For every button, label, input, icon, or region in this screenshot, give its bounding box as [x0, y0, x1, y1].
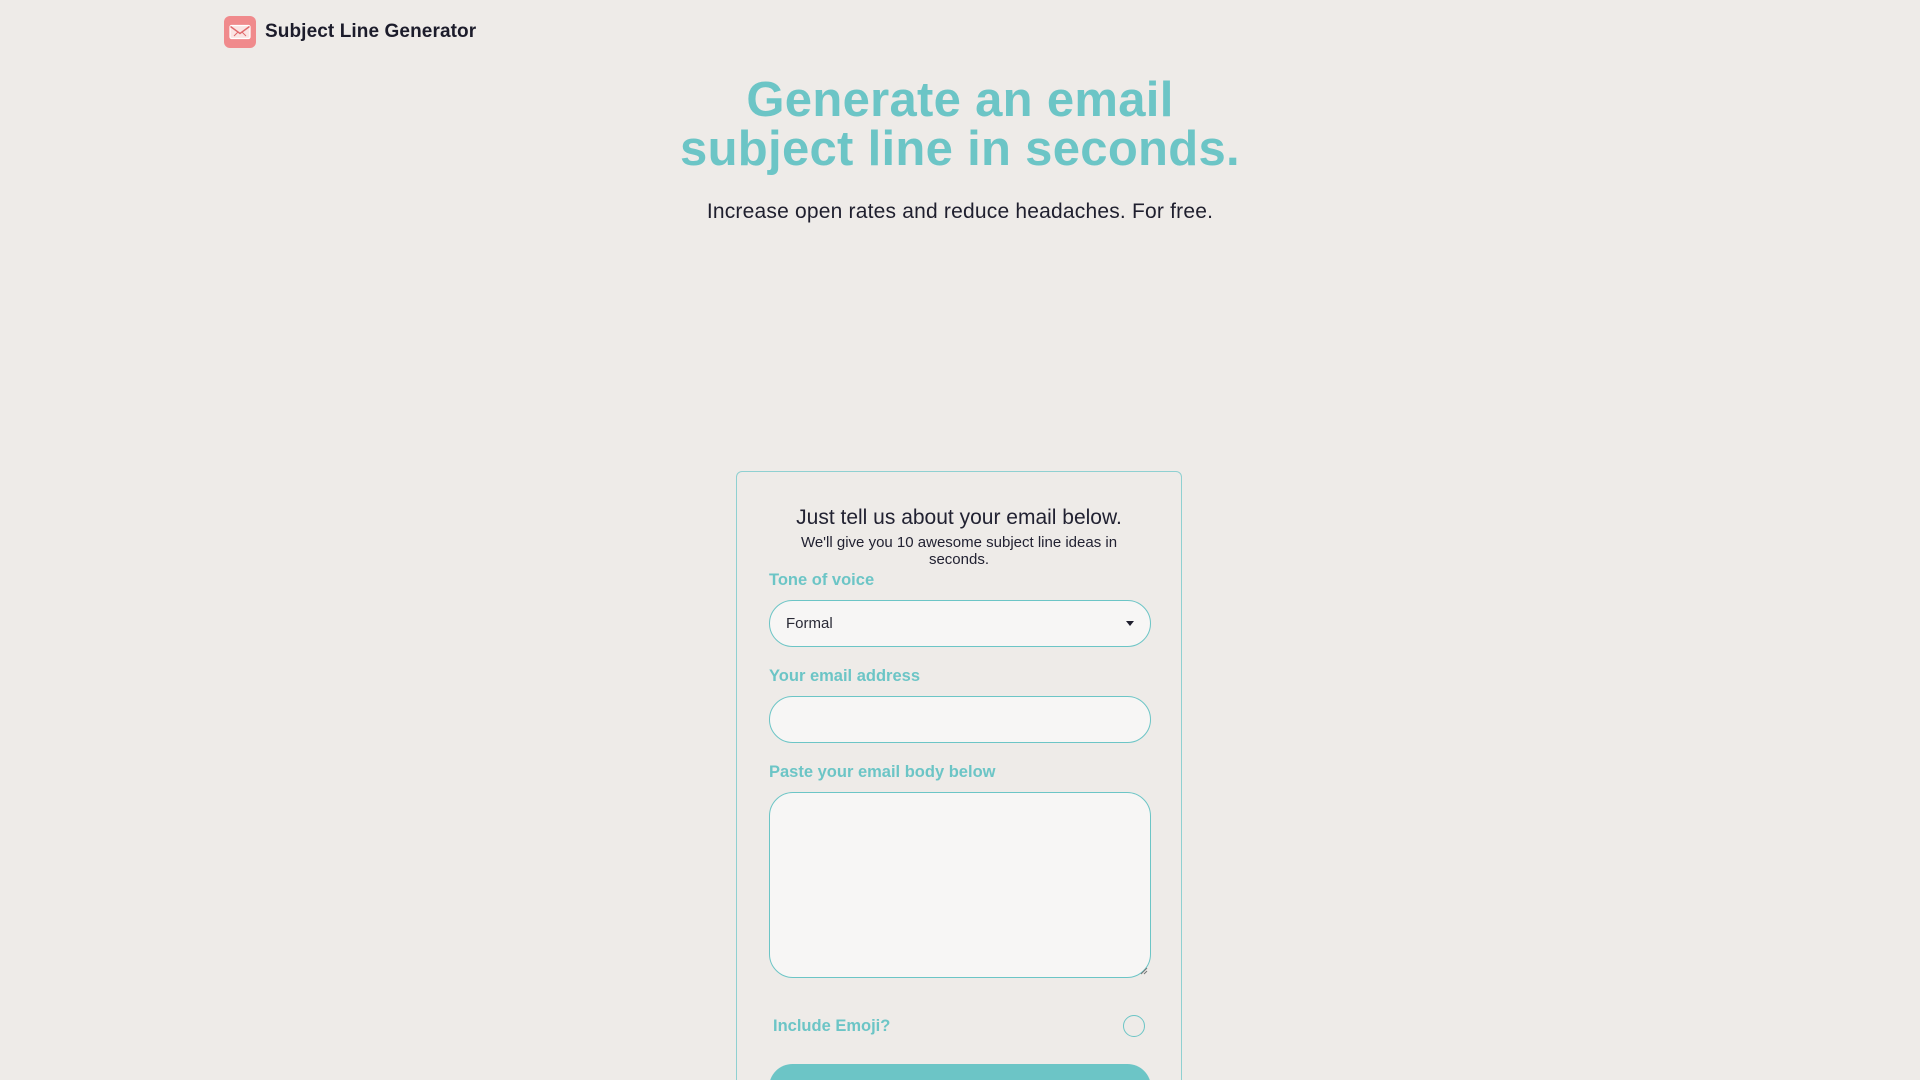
generate-button[interactable] [769, 1064, 1151, 1080]
resize-handle-icon[interactable] [1140, 967, 1148, 975]
chevron-down-icon [1126, 621, 1134, 626]
brand-link[interactable]: Subject Line Generator [224, 16, 476, 48]
emoji-checkbox[interactable] [1123, 1015, 1145, 1037]
email-body-label: Paste your email body below [769, 763, 996, 781]
tone-selected-value: Formal [786, 615, 833, 632]
email-label: Your email address [769, 667, 921, 685]
hero-title-line-1: Generate an email [746, 73, 1174, 127]
generator-form-card: Just tell us about your email below. We'… [736, 471, 1182, 1080]
tone-select[interactable]: Formal [769, 600, 1151, 647]
brand-title: Subject Line Generator [265, 21, 477, 42]
envelope-icon [224, 16, 256, 48]
emoji-option-row[interactable]: Include Emoji? [769, 1012, 1149, 1040]
emoji-label: Include Emoji? [773, 1016, 891, 1035]
page: Subject Line Generator Generate an email… [0, 0, 1920, 1080]
hero-title-line-2: subject line in seconds. [680, 122, 1240, 176]
hero: Generate an email subject line in second… [0, 76, 1920, 224]
form-heading: Just tell us about your email below. [796, 506, 1122, 529]
hero-title: Generate an email subject line in second… [0, 76, 1920, 174]
email-field[interactable] [769, 696, 1151, 743]
form-subheading: We'll give you 10 awesome subject line i… [800, 534, 1118, 568]
email-body-textarea[interactable] [769, 792, 1151, 978]
hero-subtitle: Increase open rates and reduce headaches… [706, 200, 1214, 223]
tone-label: Tone of voice [769, 571, 875, 589]
